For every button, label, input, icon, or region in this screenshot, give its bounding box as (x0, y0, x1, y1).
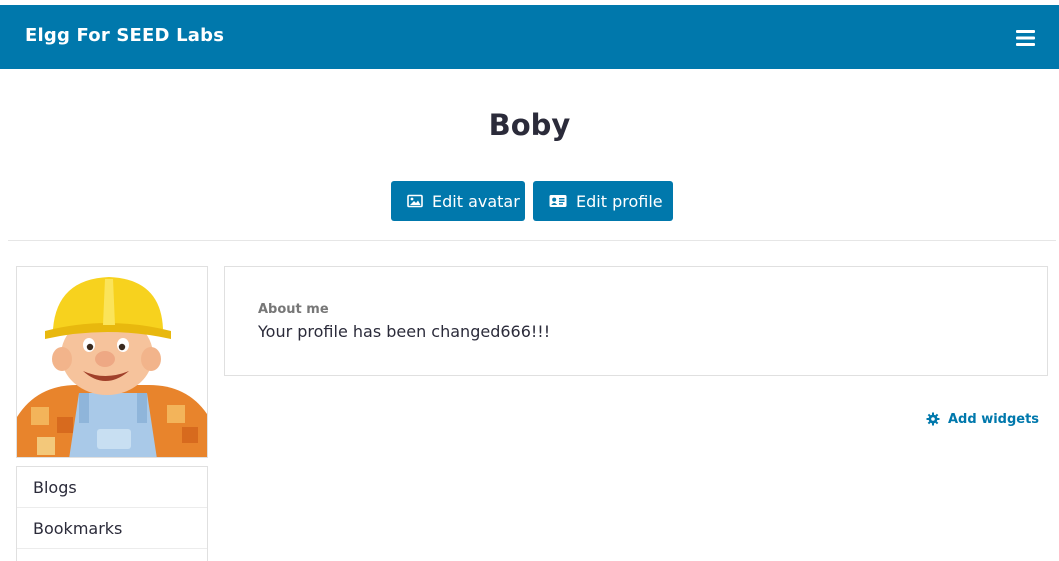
about-me-label: About me (258, 302, 329, 317)
about-me-card: About me Your profile has been changed66… (224, 266, 1048, 376)
sidebar-item-bookmarks[interactable]: Bookmarks (17, 508, 207, 549)
image-icon (407, 194, 423, 208)
header-divider (8, 240, 1056, 241)
owner-block-menu: Blogs Bookmarks (16, 466, 208, 561)
sidebar-item-blogs[interactable]: Blogs (17, 467, 207, 508)
page-title: Boby (488, 108, 571, 142)
profile-page: Elgg For SEED Labs Boby Edit avatar Edit… (0, 0, 1059, 561)
site-brand-link[interactable]: Elgg For SEED Labs (25, 25, 224, 46)
edit-profile-button[interactable]: Edit profile (533, 181, 673, 221)
edit-profile-label: Edit profile (576, 191, 663, 211)
avatar[interactable] (16, 266, 208, 458)
hamburger-menu-icon[interactable] (1011, 27, 1039, 49)
top-navbar: Elgg For SEED Labs (0, 5, 1059, 69)
gear-icon (926, 412, 940, 426)
id-card-icon (549, 194, 567, 208)
add-widgets-label: Add widgets (948, 411, 1040, 427)
about-me-value: Your profile has been changed666!!! (258, 322, 551, 341)
edit-avatar-label: Edit avatar (432, 191, 520, 211)
edit-avatar-button[interactable]: Edit avatar (391, 181, 525, 221)
add-widgets-link[interactable]: Add widgets (926, 410, 1039, 428)
